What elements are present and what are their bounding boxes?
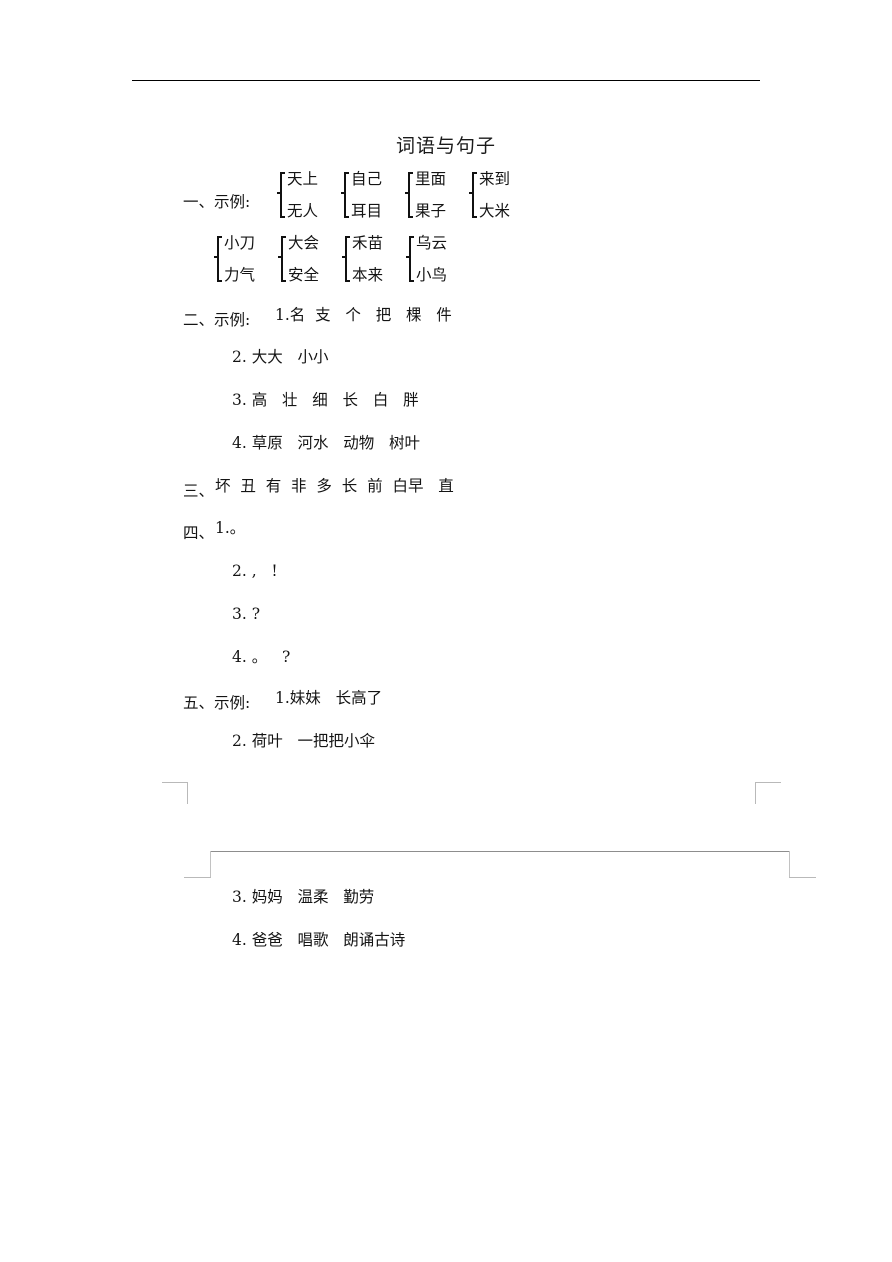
crop-mark-top-right-vertical (755, 782, 756, 804)
brace-word-bottom: 本来 (352, 265, 384, 284)
brace-word-top: 天上 (287, 170, 319, 188)
section-two-label: 二、示例: (183, 311, 251, 329)
section-five-label: 五、示例: (183, 694, 251, 712)
section-one-brace-row-1: 天上无人 自己耳目 里面果子 来到大米 (276, 171, 532, 219)
brace-group: 大会 安全 (277, 235, 319, 283)
section-five-item-4: 4. 爸爸 唱歌 朗诵古诗 (232, 931, 406, 949)
worksheet-page: 词语与句子 一、示例: 天上无人 自己耳目 里面果子 来到大米 小刀力气 大会安全 禾苗本… (0, 0, 892, 1262)
section-five-item-1: 1.妹妹 长高了 (275, 689, 383, 707)
crop-mark-top-left-vertical (187, 782, 188, 804)
crop-mark-bottom-right-horizontal (789, 877, 816, 878)
brace-icon (277, 235, 287, 283)
brace-word-top: 里面 (415, 170, 447, 188)
brace-group: 天上 无人 (276, 171, 318, 219)
brace-word-pair: 自己 耳目 (351, 171, 382, 219)
brace-word-top: 大会 (288, 234, 320, 252)
brace-icon (404, 171, 414, 219)
brace-word-top: 禾苗 (352, 234, 384, 252)
brace-word-bottom: 果子 (415, 201, 447, 220)
section-four-item-3: 3. ? (232, 605, 261, 623)
section-four-item-4: 4. 。 ? (232, 648, 291, 666)
brace-icon (405, 235, 415, 283)
section-four-item-2: 2. , ! (232, 562, 278, 580)
brace-word-bottom: 安全 (288, 265, 320, 284)
section-five-item-3: 3. 妈妈 温柔 勤劳 (232, 888, 375, 906)
crop-mark-top-right-horizontal (755, 782, 781, 783)
brace-word-top: 乌云 (416, 234, 448, 252)
brace-word-top: 来到 (479, 170, 511, 188)
section-two-item-1: 1.名 支 个 把 棵 件 (275, 306, 452, 324)
brace-word-pair: 大会 安全 (288, 235, 319, 283)
brace-word-bottom: 小鸟 (416, 265, 448, 284)
brace-word-bottom: 大米 (479, 201, 511, 220)
brace-word-bottom: 耳目 (351, 201, 383, 220)
crop-mark-top-left-horizontal (162, 782, 188, 783)
brace-word-pair: 里面 果子 (415, 171, 446, 219)
brace-group: 小刀 力气 (213, 235, 255, 283)
brace-icon (213, 235, 222, 283)
brace-icon (341, 235, 351, 283)
brace-group: 乌云 小鸟 (405, 235, 447, 283)
brace-word-top: 小刀 (224, 234, 256, 252)
section-three-label: 三、 (183, 482, 215, 500)
page-break-left-edge (210, 851, 211, 878)
brace-icon (276, 171, 285, 219)
brace-group: 自己 耳目 (340, 171, 382, 219)
brace-word-pair: 禾苗 本来 (352, 235, 383, 283)
header-rule (132, 80, 760, 81)
brace-group: 来到 大米 (468, 171, 510, 219)
section-four-label: 四、 (183, 524, 215, 542)
brace-word-bottom: 力气 (224, 265, 256, 284)
section-five-item-2: 2. 荷叶 一把把小伞 (232, 732, 375, 750)
crop-mark-bottom-left-horizontal (184, 877, 211, 878)
brace-icon (340, 171, 350, 219)
page-break-right-edge (789, 851, 790, 878)
brace-group: 里面 果子 (404, 171, 446, 219)
section-four-item-1: 1.。 (215, 519, 246, 537)
brace-icon (468, 171, 478, 219)
brace-word-pair: 乌云 小鸟 (416, 235, 447, 283)
brace-word-top: 自己 (351, 170, 383, 188)
section-three-answer: 坏 丑 有 非 多 长 前 白早 直 (215, 477, 454, 495)
section-one-label: 一、示例: (183, 193, 251, 211)
brace-word-bottom: 无人 (287, 201, 319, 220)
section-one-brace-row-2: 小刀力气 大会安全 禾苗本来 乌云小鸟 (213, 235, 469, 283)
section-two-item-3: 3. 高 壮 细 长 白 胖 (232, 391, 419, 409)
brace-word-pair: 小刀 力气 (224, 235, 255, 283)
brace-group: 禾苗 本来 (341, 235, 383, 283)
page-title: 词语与句子 (395, 135, 496, 157)
section-two-item-4: 4. 草原 河水 动物 树叶 (232, 434, 421, 452)
page-break-rule (210, 851, 790, 853)
brace-word-pair: 天上 无人 (287, 171, 318, 219)
section-two-item-2: 2. 大大 小小 (232, 348, 329, 366)
brace-word-pair: 来到 大米 (479, 171, 510, 219)
